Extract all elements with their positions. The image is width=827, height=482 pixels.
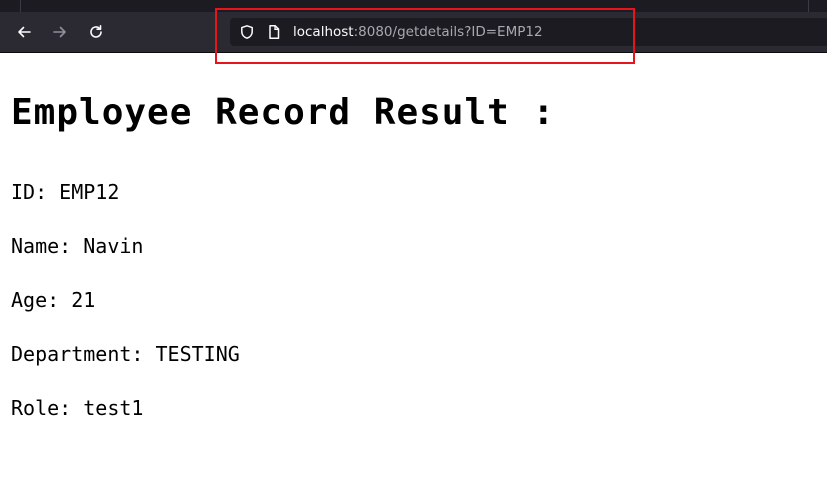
tab-separator (808, 0, 809, 12)
tab-separator (20, 0, 21, 12)
browser-toolbar: localhost:8080/getdetails?ID=EMP12 (0, 12, 827, 53)
back-button[interactable] (12, 20, 36, 44)
field-name: Name: Navin (11, 234, 144, 258)
url-bar[interactable]: localhost:8080/getdetails?ID=EMP12 (230, 18, 827, 46)
reload-button[interactable] (84, 20, 108, 44)
forward-button[interactable] (48, 20, 72, 44)
page-title: Employee Record Result : (11, 92, 556, 133)
shield-icon[interactable] (239, 24, 255, 40)
page-icon[interactable] (266, 24, 282, 40)
back-arrow-icon (18, 26, 31, 38)
tab-strip (0, 0, 827, 12)
reload-icon (90, 25, 102, 38)
url-host: localhost (293, 24, 354, 40)
field-age: Age: 21 (11, 288, 96, 312)
field-department: Department: TESTING (11, 342, 240, 366)
forward-arrow-icon (53, 26, 66, 38)
url-path: :8080/getdetails?ID=EMP12 (353, 24, 543, 40)
field-id: ID: EMP12 (11, 180, 120, 204)
field-role: Role: test1 (11, 396, 144, 420)
url-text[interactable]: localhost:8080/getdetails?ID=EMP12 (293, 23, 543, 41)
